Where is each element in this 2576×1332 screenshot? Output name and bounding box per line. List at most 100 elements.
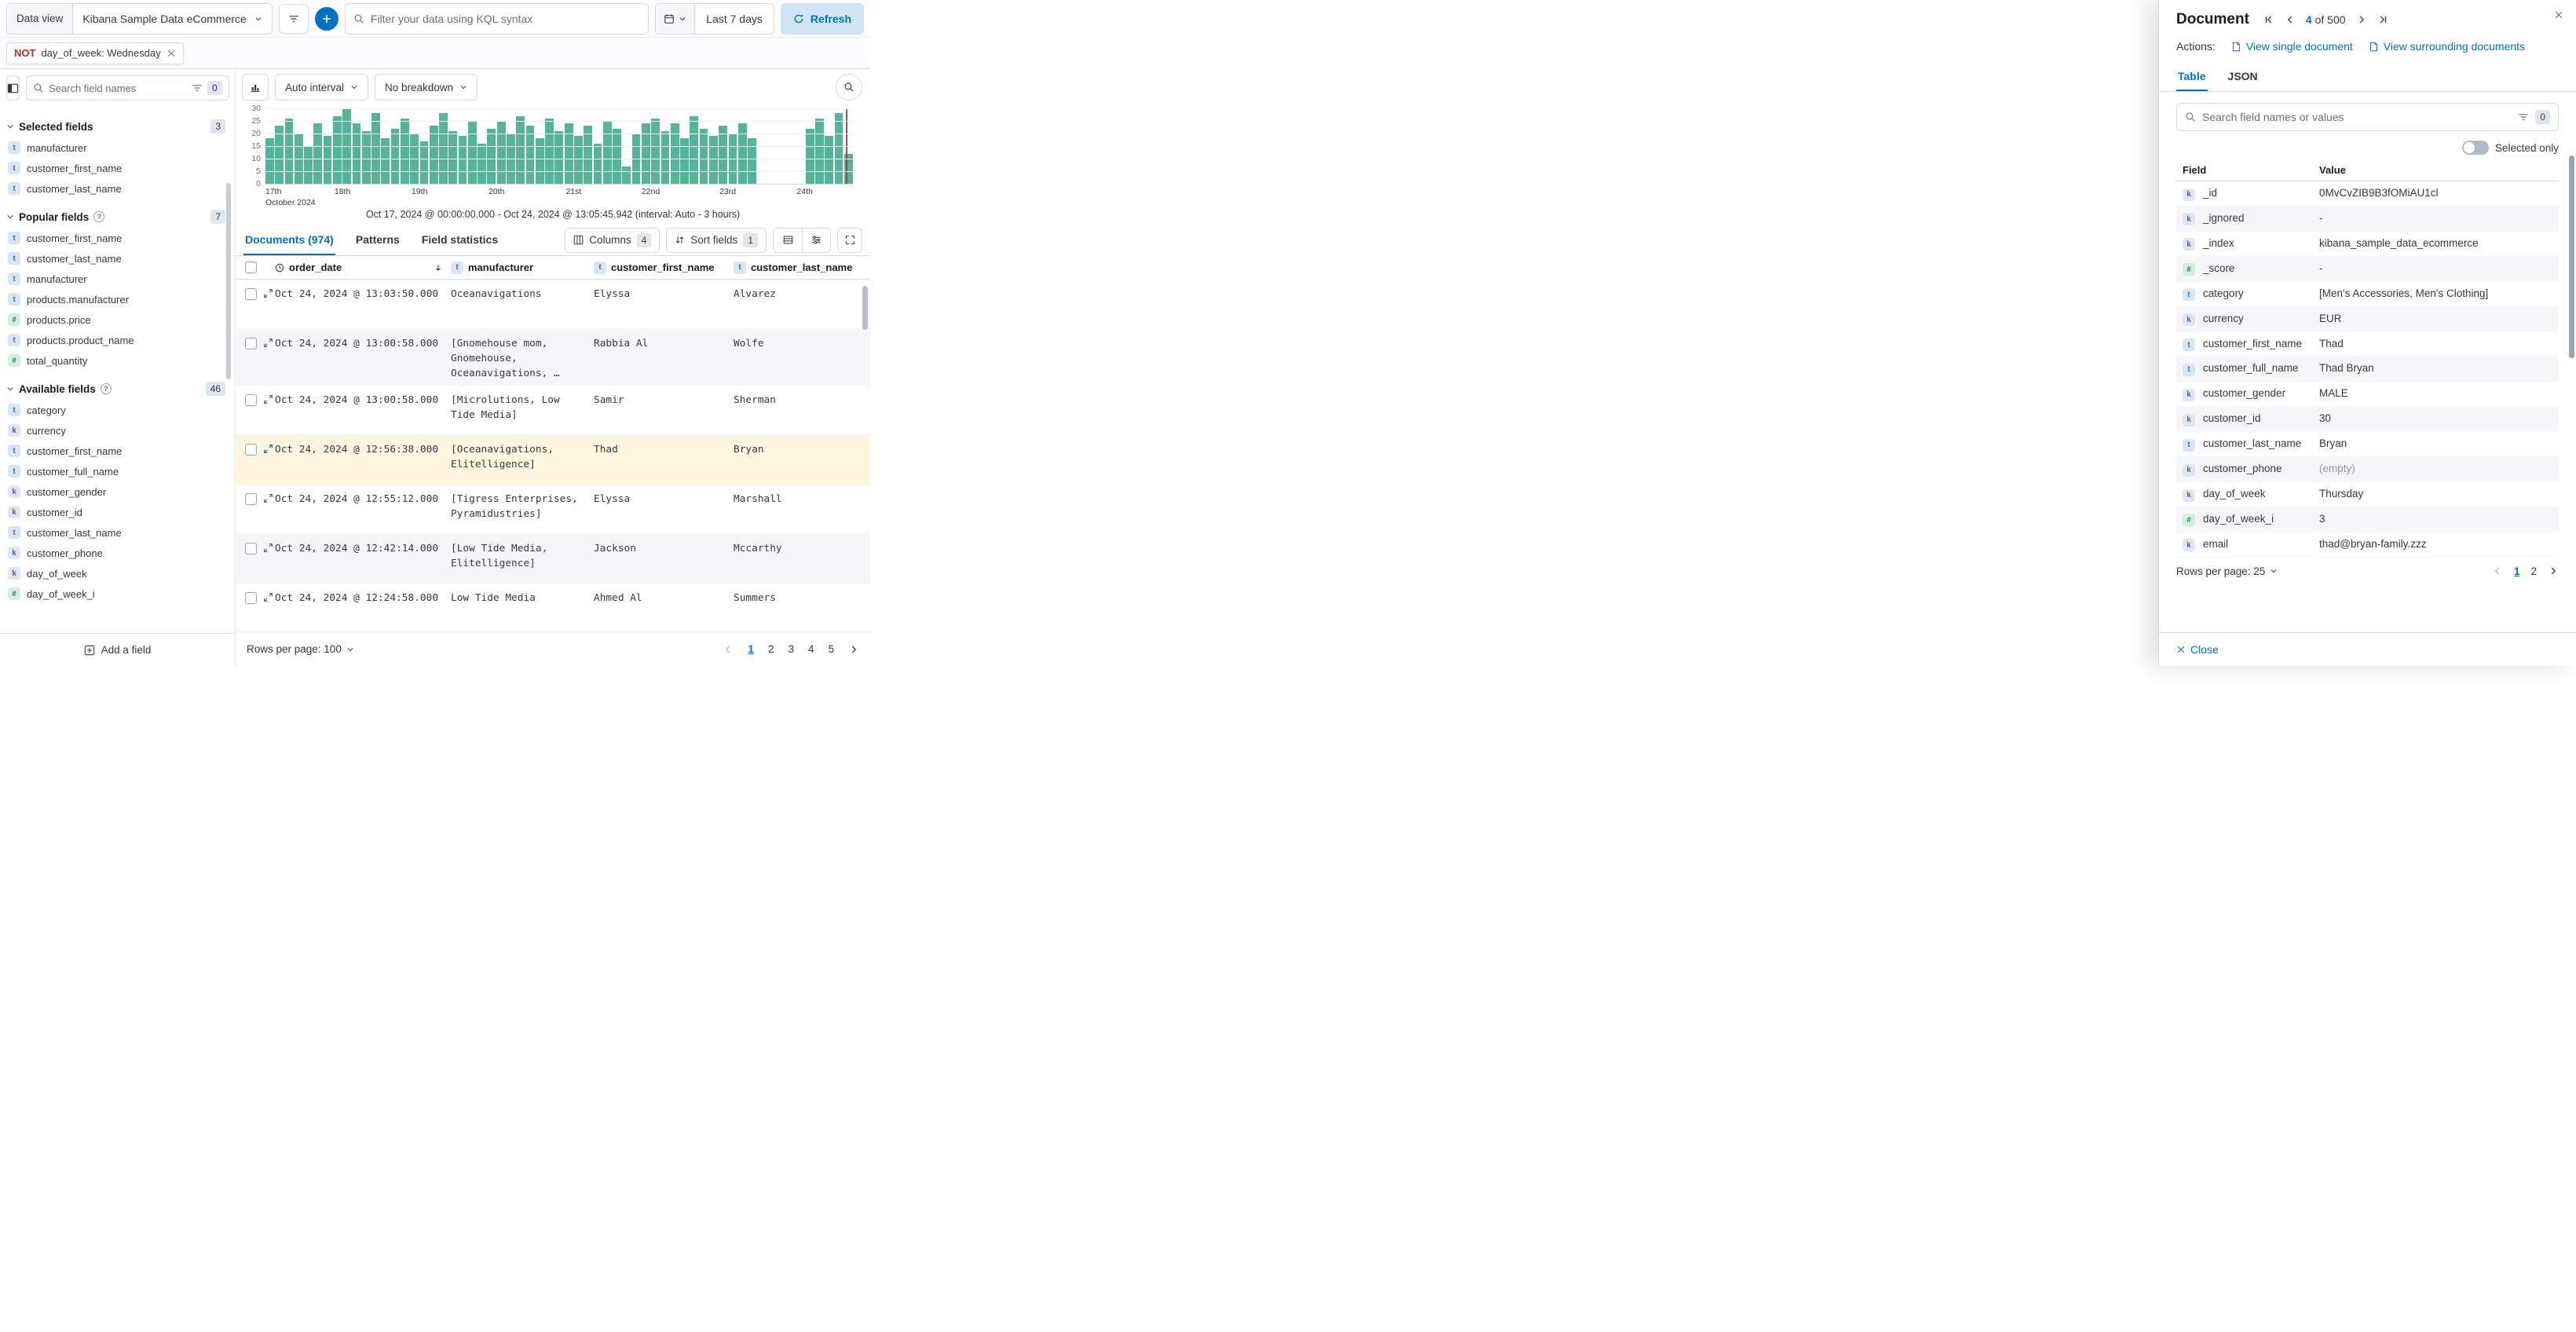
table-row[interactable]: Oct 24, 2024 @ 13:03:50.000Oceanavigatio… bbox=[236, 280, 870, 329]
field-row[interactable]: kemailthad@bryan-family.zzz bbox=[2176, 532, 2559, 558]
tab-table[interactable]: Table bbox=[2176, 63, 2208, 91]
histogram-bar[interactable] bbox=[661, 131, 670, 184]
page-number-3[interactable]: 3 bbox=[788, 643, 794, 655]
field-row[interactable]: #_score- bbox=[2176, 257, 2559, 282]
histogram-bar[interactable] bbox=[439, 113, 448, 184]
grid-header-customer-last-name[interactable]: t customer_last_name bbox=[734, 262, 870, 274]
fullscreen-button[interactable] bbox=[837, 228, 862, 253]
histogram-bar[interactable] bbox=[642, 123, 650, 184]
histogram-bar[interactable] bbox=[285, 119, 294, 184]
field-item[interactable]: tcustomer_last_name bbox=[6, 248, 225, 269]
histogram-bar[interactable] bbox=[468, 121, 477, 184]
explore-data-button[interactable] bbox=[836, 74, 862, 101]
row-checkbox[interactable] bbox=[245, 592, 257, 604]
page-number-1[interactable]: 1 bbox=[748, 643, 754, 655]
field-section-header[interactable]: Popular fields?7 bbox=[6, 210, 225, 224]
field-section-header[interactable]: Available fields?46 bbox=[6, 382, 225, 396]
tab-patterns[interactable]: Patterns bbox=[354, 225, 401, 255]
row-checkbox[interactable] bbox=[245, 493, 257, 505]
time-range-button[interactable]: Last 7 days bbox=[695, 4, 774, 34]
sort-descending-icon[interactable] bbox=[434, 263, 443, 273]
expand-row-icon[interactable] bbox=[263, 543, 273, 553]
field-item[interactable]: kday_of_week bbox=[6, 563, 225, 584]
histogram-bar[interactable] bbox=[448, 131, 457, 184]
field-item[interactable]: kcustomer_id bbox=[6, 502, 225, 522]
expand-row-icon[interactable] bbox=[263, 444, 273, 454]
grid-header-order-date[interactable]: order_date bbox=[275, 262, 451, 273]
grid-scrollbar[interactable] bbox=[862, 286, 868, 330]
flyout-scrollbar[interactable] bbox=[2569, 156, 2574, 358]
view-single-document-link[interactable]: View single document bbox=[2231, 40, 2353, 53]
field-row[interactable]: k_indexkibana_sample_data_ecommerce bbox=[2176, 232, 2559, 257]
grid-header-manufacturer[interactable]: t manufacturer bbox=[451, 262, 594, 274]
histogram-bar[interactable] bbox=[651, 119, 660, 184]
date-picker-button[interactable] bbox=[656, 4, 695, 34]
filter-pill[interactable]: NOT day_of_week: Wednesday bbox=[6, 42, 184, 64]
histogram-bar[interactable] bbox=[401, 119, 409, 184]
histogram-bar[interactable] bbox=[709, 136, 718, 184]
filter-menu-button[interactable] bbox=[279, 4, 309, 34]
flyout-search-input[interactable] bbox=[2202, 111, 2512, 123]
histogram-bar[interactable] bbox=[554, 131, 563, 184]
collapse-sidebar-button[interactable] bbox=[6, 75, 20, 101]
histogram-bar[interactable] bbox=[825, 136, 833, 184]
histogram-bar[interactable] bbox=[594, 144, 602, 184]
previous-document-button[interactable] bbox=[2285, 14, 2296, 25]
table-row[interactable]: Oct 24, 2024 @ 12:42:14.000[Low Tide Med… bbox=[236, 534, 870, 584]
columns-button[interactable]: Columns 4 bbox=[565, 228, 660, 253]
field-row[interactable]: tcustomer_last_nameBryan bbox=[2176, 432, 2559, 457]
histogram-bar[interactable] bbox=[391, 129, 400, 184]
view-surrounding-documents-link[interactable]: View surrounding documents bbox=[2369, 40, 2525, 53]
rows-per-page-button[interactable]: Rows per page: 100 bbox=[247, 643, 354, 655]
field-row[interactable]: kcurrencyEUR bbox=[2176, 307, 2559, 332]
expand-row-icon[interactable] bbox=[263, 592, 273, 602]
histogram-bar[interactable] bbox=[806, 129, 814, 184]
page-number-2[interactable]: 2 bbox=[768, 643, 774, 655]
histogram-bar[interactable] bbox=[353, 123, 361, 184]
field-item[interactable]: tcustomer_last_name bbox=[6, 522, 225, 543]
row-checkbox[interactable] bbox=[245, 288, 257, 300]
histogram-bar[interactable] bbox=[304, 146, 313, 184]
field-item[interactable]: tcustomer_last_name bbox=[6, 178, 225, 199]
tab-json[interactable]: JSON bbox=[2227, 63, 2259, 91]
field-row[interactable]: k_ignored- bbox=[2176, 207, 2559, 232]
histogram-bar[interactable] bbox=[313, 123, 322, 184]
field-item[interactable]: tcategory bbox=[6, 400, 225, 420]
field-row[interactable]: #day_of_week_i3 bbox=[2176, 507, 2559, 532]
add-filter-button[interactable] bbox=[315, 7, 338, 31]
histogram-bar[interactable] bbox=[671, 123, 679, 184]
histogram-bar[interactable] bbox=[719, 126, 727, 184]
refresh-button[interactable]: Refresh bbox=[781, 3, 864, 35]
histogram-bar[interactable] bbox=[420, 141, 429, 184]
first-document-button[interactable] bbox=[2263, 14, 2274, 25]
flyout-rows-per-page-button[interactable]: Rows per page: 25 bbox=[2176, 565, 2278, 577]
flyout-filter-icon[interactable] bbox=[2518, 112, 2529, 123]
field-row[interactable]: tcategory[Men's Accessories, Men's Cloth… bbox=[2176, 282, 2559, 307]
expand-row-icon[interactable] bbox=[263, 288, 273, 298]
add-field-button[interactable]: Add a field bbox=[0, 633, 235, 666]
expand-row-icon[interactable] bbox=[263, 338, 273, 348]
histogram-bar[interactable] bbox=[700, 129, 708, 184]
row-checkbox[interactable] bbox=[245, 543, 257, 554]
field-row[interactable]: kday_of_weekThursday bbox=[2176, 482, 2559, 507]
sort-fields-button[interactable]: Sort fields 1 bbox=[666, 228, 767, 253]
grid-header-customer-first-name[interactable]: t customer_first_name bbox=[594, 262, 734, 274]
field-item[interactable]: tmanufacturer bbox=[6, 269, 225, 289]
row-checkbox[interactable] bbox=[245, 338, 257, 349]
histogram-bar[interactable] bbox=[371, 113, 380, 184]
close-flyout-icon[interactable] bbox=[2554, 10, 2563, 20]
histogram-bar[interactable] bbox=[603, 121, 612, 184]
next-page-button[interactable] bbox=[848, 644, 859, 655]
next-document-button[interactable] bbox=[2356, 14, 2367, 25]
sidebar-scrollbar[interactable] bbox=[226, 183, 231, 379]
tab-field-statistics[interactable]: Field statistics bbox=[420, 225, 499, 255]
chart-options-button[interactable] bbox=[242, 74, 269, 101]
histogram-bar[interactable] bbox=[613, 129, 621, 184]
field-row[interactable]: tcustomer_full_nameThad Bryan bbox=[2176, 357, 2559, 382]
field-search[interactable]: 0 bbox=[26, 75, 229, 101]
select-all-checkbox[interactable] bbox=[245, 262, 257, 273]
field-row[interactable]: kcustomer_id30 bbox=[2176, 407, 2559, 432]
histogram-bar[interactable] bbox=[487, 129, 496, 184]
histogram-bar[interactable] bbox=[815, 119, 824, 184]
previous-page-button[interactable] bbox=[2492, 565, 2503, 576]
